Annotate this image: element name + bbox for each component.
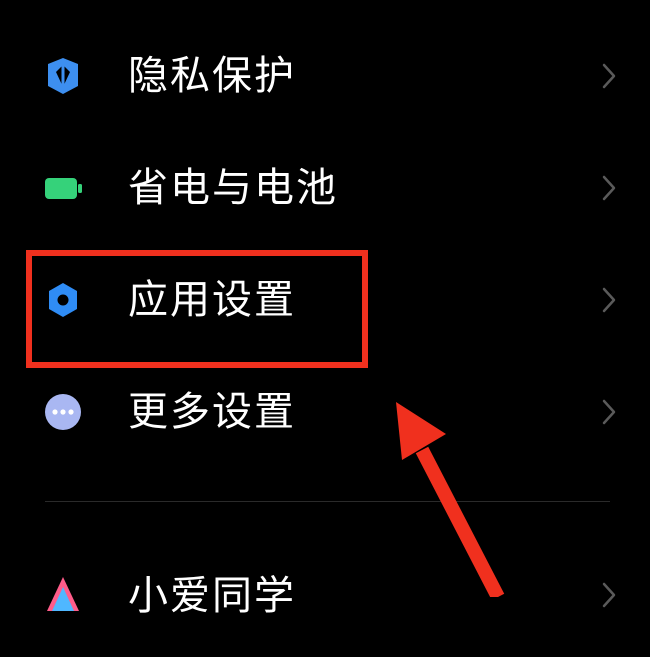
chevron-right-icon [600,398,618,426]
xiaoai-icon [43,575,83,615]
chevron-right-icon [600,581,618,609]
settings-item-more-settings[interactable]: 更多设置 [0,356,650,468]
settings-item-label: 小爱同学 [128,573,296,619]
settings-item-label: 隐私保护 [128,53,296,99]
privacy-shield-icon [43,56,83,96]
settings-item-xiaoai[interactable]: 小爱同学 [0,545,650,657]
chevron-right-icon [600,174,618,202]
chevron-right-icon [600,62,618,90]
more-dots-icon [43,392,83,432]
settings-item-label: 更多设置 [128,389,296,435]
chevron-right-icon [600,286,618,314]
settings-item-battery[interactable]: 省电与电池 [0,132,650,244]
gear-icon [43,280,83,320]
battery-icon [43,168,83,208]
settings-item-privacy[interactable]: 隐私保护 [0,20,650,132]
settings-item-label: 省电与电池 [128,165,338,211]
settings-item-app-settings[interactable]: 应用设置 [0,244,650,356]
section-divider [45,501,610,502]
settings-item-label: 应用设置 [128,277,296,323]
settings-list: 隐私保护 省电与电池 应用设置 更多设置 小爱同学 [0,0,650,619]
